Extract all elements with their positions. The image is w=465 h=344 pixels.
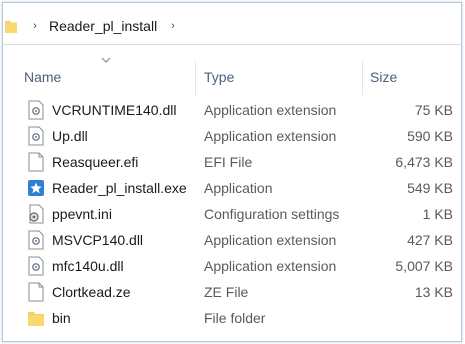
file-row[interactable]: Up.dll Application extension 590 KB xyxy=(3,123,461,149)
blank-file-icon xyxy=(28,282,44,302)
file-size: 13 KB xyxy=(414,284,453,300)
sort-chevron-icon xyxy=(101,57,111,63)
dll-file-icon xyxy=(28,126,44,146)
file-type: Application extension xyxy=(204,102,337,118)
dll-file-icon xyxy=(28,256,44,276)
file-type: File folder xyxy=(204,310,266,326)
folder-icon xyxy=(28,312,44,326)
folder-row[interactable]: bin File folder xyxy=(3,305,461,331)
blank-file-icon xyxy=(28,152,44,172)
breadcrumb-folder[interactable]: Reader_pl_install xyxy=(49,18,157,34)
file-type: EFI File xyxy=(204,154,253,170)
column-divider[interactable] xyxy=(195,61,196,95)
file-size: 5,007 KB xyxy=(395,258,453,274)
file-name: Reasqueer.efi xyxy=(52,154,139,170)
breadcrumb-chevron-icon[interactable]: › xyxy=(30,19,40,33)
file-name: Reader_pl_install.exe xyxy=(52,180,187,196)
folder-icon xyxy=(5,21,17,33)
file-row[interactable]: Reasqueer.efi EFI File 6,473 KB xyxy=(3,149,461,175)
address-bar[interactable]: › Reader_pl_install › xyxy=(3,3,461,45)
dll-file-icon xyxy=(28,100,44,120)
breadcrumb-chevron-icon[interactable]: › xyxy=(168,19,178,33)
file-row[interactable]: MSVCP140.dll Application extension 427 K… xyxy=(3,227,461,253)
application-star-icon xyxy=(28,180,44,196)
column-header-name[interactable]: Name xyxy=(24,69,61,85)
file-size: 1 KB xyxy=(422,206,453,222)
file-row[interactable]: VCRUNTIME140.dll Application extension 7… xyxy=(3,97,461,123)
file-type: Application extension xyxy=(204,258,337,274)
settings-file-icon xyxy=(29,204,44,224)
file-name: Up.dll xyxy=(52,128,88,144)
column-header-type[interactable]: Type xyxy=(204,69,234,85)
file-row[interactable]: Clortkead.ze ZE File 13 KB xyxy=(3,279,461,305)
file-type: Application extension xyxy=(204,232,337,248)
file-type: ZE File xyxy=(204,284,249,300)
file-size: 549 KB xyxy=(407,180,453,196)
file-row[interactable]: Reader_pl_install.exe Application 549 KB xyxy=(3,175,461,201)
file-name: MSVCP140.dll xyxy=(52,232,144,248)
file-size: 427 KB xyxy=(407,232,453,248)
file-type: Configuration settings xyxy=(204,206,340,222)
column-header-size[interactable]: Size xyxy=(370,69,397,85)
file-name: Clortkead.ze xyxy=(52,284,131,300)
file-name: bin xyxy=(52,310,71,326)
file-name: mfc140u.dll xyxy=(52,258,124,274)
column-divider[interactable] xyxy=(362,61,363,95)
file-type: Application extension xyxy=(204,128,337,144)
file-type: Application xyxy=(204,180,273,196)
file-size: 75 KB xyxy=(414,102,453,118)
file-explorer-window: › Reader_pl_install › Name Type Size VCR… xyxy=(2,2,462,342)
dll-file-icon xyxy=(28,230,44,250)
file-row[interactable]: mfc140u.dll Application extension 5,007 … xyxy=(3,253,461,279)
file-name: ppevnt.ini xyxy=(52,206,112,222)
file-name: VCRUNTIME140.dll xyxy=(52,102,177,118)
file-size: 6,473 KB xyxy=(395,154,453,170)
file-row[interactable]: ppevnt.ini Configuration settings 1 KB xyxy=(3,201,461,227)
file-size: 590 KB xyxy=(407,128,453,144)
